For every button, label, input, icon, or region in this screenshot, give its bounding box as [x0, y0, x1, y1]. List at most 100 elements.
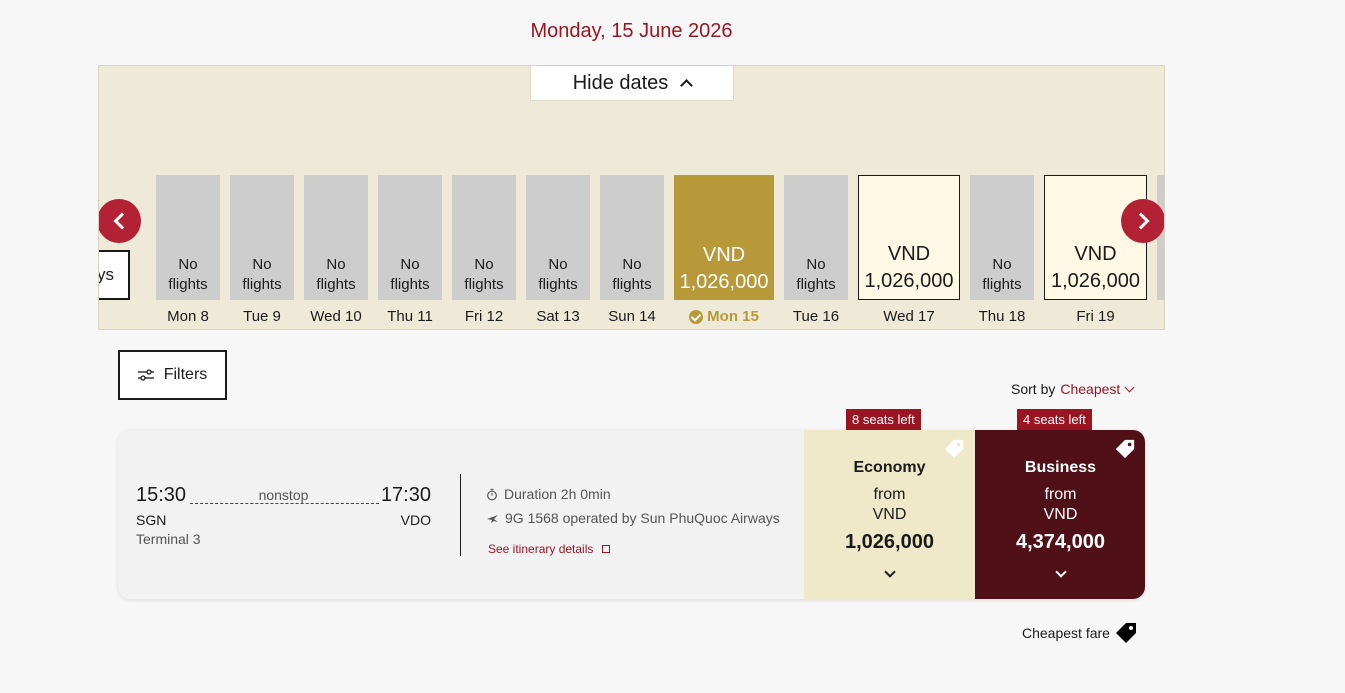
hide-dates-button[interactable]: Hide dates — [530, 66, 734, 101]
sort-value: Cheapest — [1060, 381, 1121, 397]
date-option[interactable]: VND 1,026,000 Mon 15 — [674, 175, 774, 325]
economy-from-label: from — [873, 486, 906, 503]
date-card-line1: No — [252, 256, 272, 273]
external-link-icon — [602, 545, 611, 553]
cheapest-fare-legend: Cheapest fare — [1022, 621, 1138, 645]
operator-text: 9G 1568 operated by Sun PhuQuoc Airways — [505, 510, 780, 526]
date-card-line1: VND — [887, 243, 931, 265]
no-flights-card: No flights — [970, 175, 1034, 300]
date-label-text: Sun 14 — [608, 308, 656, 325]
date-card-line1: No — [548, 256, 568, 273]
date-option[interactable]: No flights Wed 10 — [304, 175, 368, 325]
date-option[interactable]: No flights Mon 8 — [156, 175, 220, 325]
date-label-text: Sat 13 — [536, 308, 580, 325]
date-selector: Hide dates ys No flights Mon 8 No flights Tue… — [98, 65, 1165, 330]
date-card-line2: 1,026,000 — [864, 270, 954, 292]
origin-code: SGN — [136, 512, 167, 528]
date-label: Wed 17 — [858, 308, 960, 325]
date-option[interactable]: No flights Tue 16 — [784, 175, 848, 325]
itinerary-link-label: See itinerary details — [488, 542, 594, 556]
economy-fare-option[interactable]: Economy from VND 1,026,000 — [804, 430, 975, 599]
previous-dates-button[interactable] — [99, 199, 141, 243]
date-label-text: Wed 10 — [310, 308, 362, 325]
no-flights-card: No flights — [452, 175, 516, 300]
fare-date-card: VND 1,026,000 — [858, 175, 960, 300]
chevron-down-icon — [1054, 566, 1067, 578]
economy-currency: VND — [872, 506, 907, 523]
date-card-line1: No — [622, 256, 642, 273]
stops-label: nonstop — [258, 487, 309, 503]
economy-seats-left-badge: 8 seats left — [846, 409, 921, 430]
flight-result-card: 15:30 17:30 nonstop SGN VDO Terminal 3 D… — [118, 430, 1145, 599]
terminal-label: Terminal 3 — [136, 531, 201, 547]
date-label-text: Tue 16 — [792, 308, 840, 325]
no-flights-card: No flights — [784, 175, 848, 300]
date-card-line2: flights — [316, 276, 356, 293]
date-card-line2: flights — [464, 276, 504, 293]
business-price: 4,374,000 — [1016, 531, 1105, 553]
no-flights-card: No flights — [230, 175, 294, 300]
date-label-text: Thu 11 — [387, 308, 433, 325]
hide-dates-label: Hide dates — [572, 71, 669, 94]
selected-date-heading: Monday, 15 June 2026 — [530, 20, 733, 42]
date-card-line2: 1,026,000 — [679, 271, 769, 293]
previous-week-partial-label: ys — [98, 265, 114, 284]
date-card-line1: No — [992, 256, 1012, 273]
date-card-line1: VND — [1074, 243, 1117, 265]
no-flights-card: No flights — [378, 175, 442, 300]
date-card-line2: 1,026,000 — [1051, 270, 1140, 292]
date-label-text: Mon 8 — [167, 308, 209, 325]
economy-class-label: Economy — [853, 459, 926, 476]
date-card-line1: VND — [702, 244, 746, 266]
date-option[interactable]: No flights Tue 9 — [230, 175, 294, 325]
destination-code: VDO — [400, 512, 431, 528]
chevron-down-icon — [883, 566, 896, 578]
date-card-line2: flights — [982, 276, 1022, 293]
itinerary-details-link[interactable]: See itinerary details — [488, 537, 780, 561]
route-line — [190, 503, 379, 504]
chevron-up-icon — [680, 79, 694, 92]
duration-text: Duration 2h 0min — [504, 486, 611, 502]
date-card-line1: No — [400, 256, 420, 273]
date-option[interactable]: No flights Sat 13 — [526, 175, 590, 325]
date-card-line2: flights — [796, 276, 836, 293]
date-label: Mon 8 — [156, 308, 220, 325]
date-option[interactable]: No flights Thu 18 — [970, 175, 1034, 325]
date-label-text: Fri 19 — [1076, 308, 1115, 325]
date-card-line1: No — [806, 256, 826, 273]
no-flights-card: No flights — [156, 175, 220, 300]
sort-dropdown[interactable]: Cheapest — [1060, 381, 1135, 397]
next-day-card-partial — [1157, 175, 1164, 300]
date-card-line1: No — [474, 256, 494, 273]
no-flights-card: No flights — [526, 175, 590, 300]
sort-control: Sort by Cheapest — [1011, 381, 1135, 397]
date-label-text: Mon 15 — [707, 308, 759, 325]
business-class-label: Business — [1024, 459, 1097, 476]
date-label: Tue 16 — [784, 308, 848, 325]
date-label: Tue 9 — [230, 308, 294, 325]
date-label: Sat 13 — [526, 308, 590, 325]
date-option[interactable]: No flights Sun 14 — [600, 175, 664, 325]
stopwatch-icon — [487, 488, 497, 500]
business-fare-option[interactable]: Business from VND 4,374,000 — [975, 430, 1145, 599]
chevron-left-icon — [113, 212, 130, 230]
previous-week-partial-button[interactable]: ys — [98, 250, 130, 300]
date-option[interactable]: No flights Fri 12 — [452, 175, 516, 325]
date-option[interactable]: No flights Thu 11 — [378, 175, 442, 325]
date-label: Mon 15 — [674, 308, 774, 325]
date-option[interactable]: VND 1,026,000 Wed 17 — [858, 175, 960, 325]
no-flights-card: No flights — [600, 175, 664, 300]
legend-label: Cheapest fare — [1022, 625, 1110, 641]
price-tag-icon — [1115, 439, 1135, 459]
sort-prefix: Sort by — [1011, 381, 1056, 397]
date-label: Thu 11 — [378, 308, 442, 325]
date-option[interactable]: VND 1,026,000 Fri 19 — [1044, 175, 1147, 325]
no-flights-card: No flights — [304, 175, 368, 300]
date-card-line2: flights — [390, 276, 430, 293]
filters-button[interactable]: Filters — [118, 350, 227, 400]
next-dates-button[interactable] — [1121, 199, 1164, 243]
date-card-line1: No — [178, 256, 198, 273]
date-label: Sun 14 — [600, 308, 664, 325]
filters-label: Filters — [163, 366, 208, 383]
date-card-line2: flights — [612, 276, 652, 293]
